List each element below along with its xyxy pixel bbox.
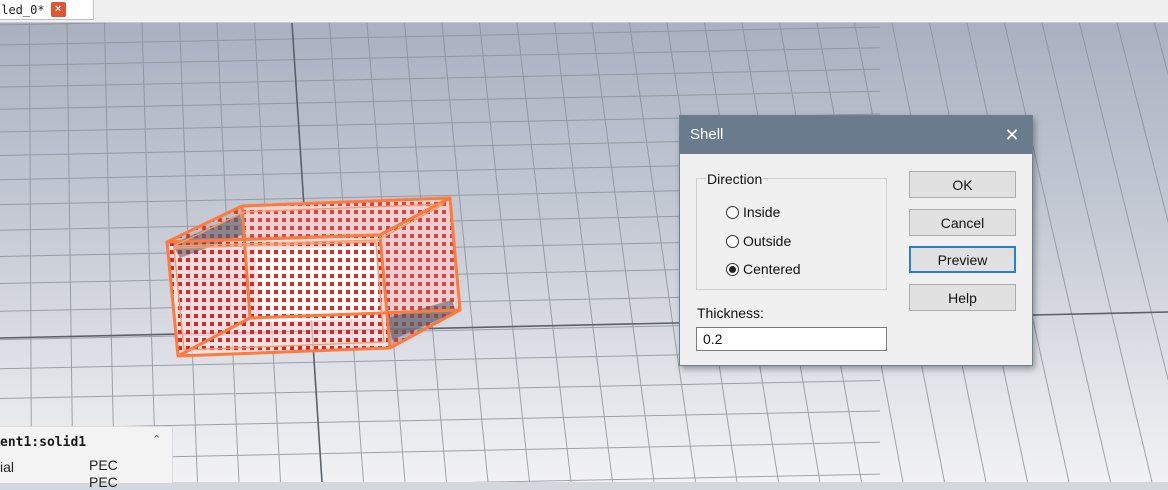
ok-button[interactable]: OK	[909, 171, 1016, 198]
dialog-title: Shell	[690, 126, 723, 143]
property-value-material[interactable]: PEC	[89, 457, 118, 473]
radio-button-icon[interactable]	[726, 206, 739, 219]
properties-panel-title: ent1:solid1	[0, 435, 86, 450]
document-tab[interactable]: tled_0* ×	[0, 0, 94, 20]
radio-outside-label: Outside	[743, 233, 791, 249]
collapse-icon[interactable]: ⌃	[152, 433, 161, 446]
close-icon[interactable]: ✕	[992, 116, 1032, 154]
dialog-titlebar[interactable]: Shell ✕	[680, 116, 1032, 154]
radio-inside[interactable]: Inside	[726, 204, 780, 220]
property-value-next: PEC	[89, 474, 118, 490]
preview-button[interactable]: Preview	[909, 246, 1016, 273]
close-icon[interactable]: ×	[51, 2, 66, 17]
document-tab-strip: tled_0* ×	[0, 0, 1168, 23]
radio-centered[interactable]: Centered	[726, 261, 801, 277]
radio-button-checked-icon[interactable]	[726, 263, 739, 276]
radio-inside-label: Inside	[743, 204, 780, 220]
radio-outside[interactable]: Outside	[726, 233, 791, 249]
direction-group-label: Direction	[706, 171, 763, 187]
radio-button-icon[interactable]	[726, 235, 739, 248]
shelled-box-solid[interactable]	[167, 198, 460, 356]
thickness-label: Thickness:	[697, 305, 764, 321]
property-name-material: ial	[0, 459, 14, 475]
help-button[interactable]: Help	[909, 284, 1016, 311]
cancel-button[interactable]: Cancel	[909, 209, 1016, 236]
radio-centered-label: Centered	[743, 261, 801, 277]
shell-dialog: Shell ✕ Direction Inside Outside Centere…	[679, 115, 1033, 366]
document-tab-label: tled_0*	[0, 3, 45, 17]
thickness-input[interactable]	[696, 327, 887, 351]
properties-panel: ent1:solid1 ⌃ ial PEC PEC	[0, 426, 173, 483]
